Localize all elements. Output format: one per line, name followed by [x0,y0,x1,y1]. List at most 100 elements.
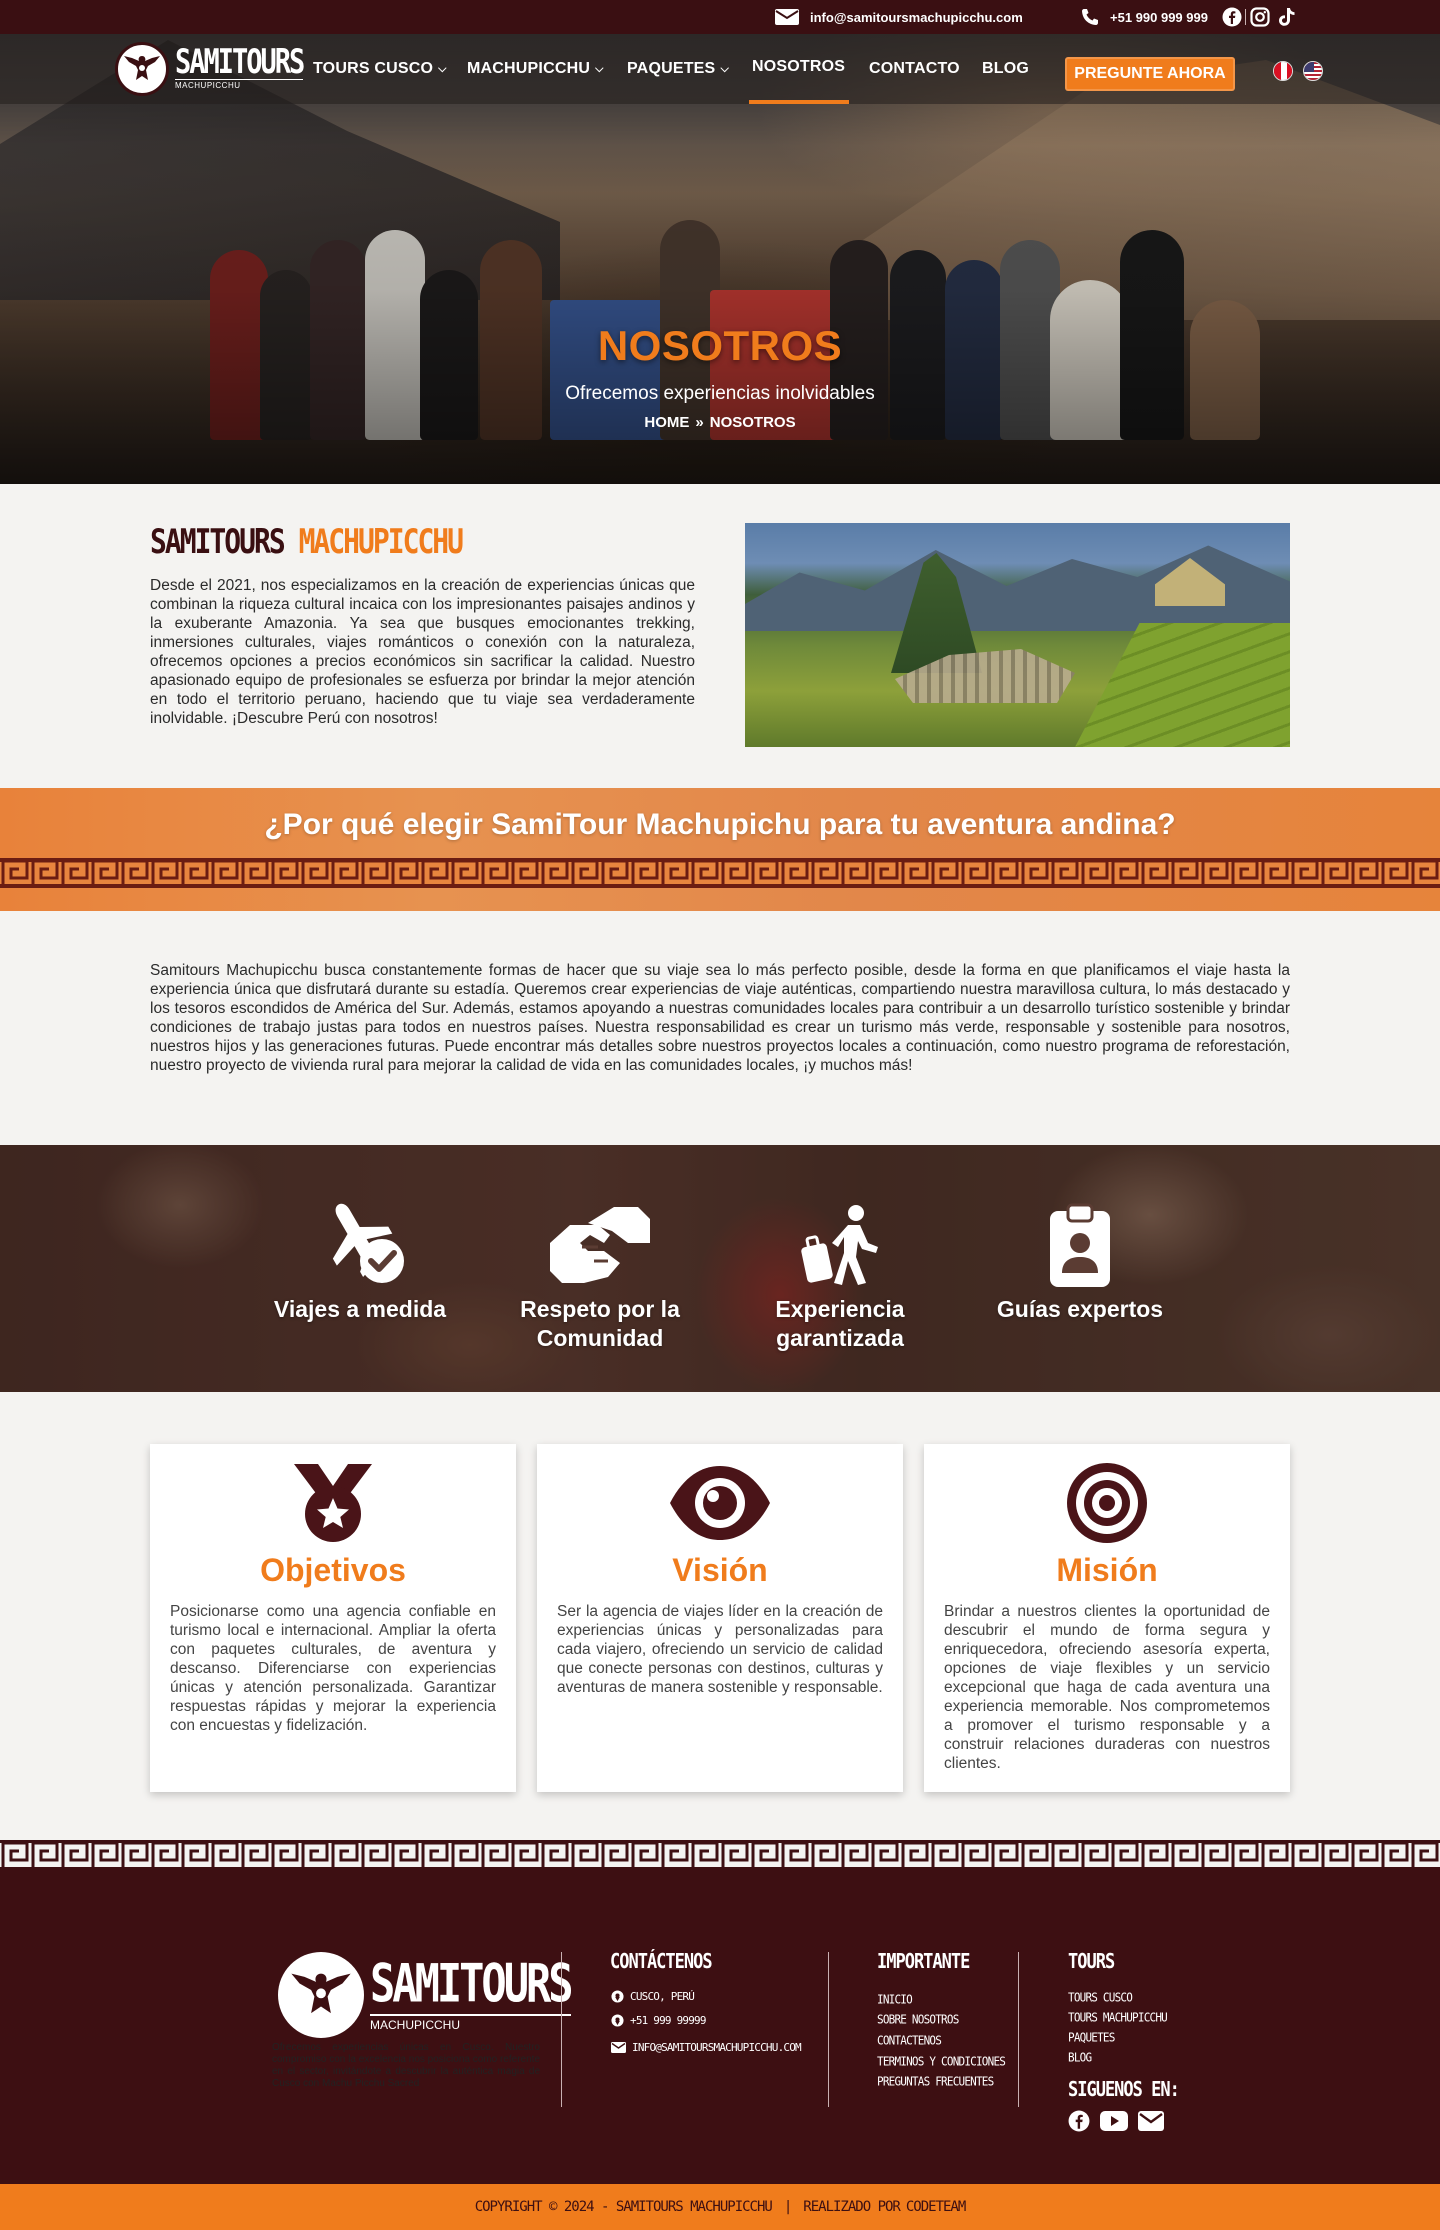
about-heading: SAMITOURS MACHUPICCHU [150,522,464,562]
condor-emblem-icon [115,42,169,96]
copyright-bar: COPYRIGHT © 2024 - SAMITOURS MACHUPICCHU… [0,2184,1440,2230]
why-choose-description: Samitours Machupicchu busca constantemen… [150,962,1290,1074]
features-strip: Viajes a medida Respeto por la Comunidad… [0,1145,1440,1392]
nav-label: CONTACTO [869,60,960,77]
instagram-icon[interactable] [1250,7,1270,27]
footer-contact-text: CUSCO, PERÚ [630,1990,695,2003]
breadcrumb: HOME » NOSOTROS [0,414,1440,431]
handshake-icon [550,1207,650,1283]
footer-tours-title: TOURS [1068,1950,1115,1974]
footer-follow-title: SIGUENOS EN: [1068,2078,1180,2102]
target-icon [1067,1463,1147,1543]
card-mision: Misión Brindar a nuestros clientes la op… [924,1444,1290,1792]
feature-label: Viajes a medida [273,1296,447,1322]
site-footer: SAMITOURS MACHUPICCHU [0,1870,1440,2184]
footer-description: Ofrecemos experiencias únicas en Cusco. … [272,2042,540,2089]
card-text: Ser la agencia de viajes líder en la cre… [557,1603,883,1696]
facebook-icon[interactable] [1068,2110,1090,2132]
why-choose-banner: ¿Por qué elegir SamiTour Machupichu para… [0,788,1440,911]
footer-link-sobre-nosotros[interactable]: SOBRE NOSOTROS [877,2012,959,2027]
page-title: NOSOTROS [597,322,843,369]
top-bar: info@samitoursmachupicchu.com +51 990 99… [0,0,1440,34]
footer-divider [828,1952,829,2107]
feature-guias-expertos: Guías expertos [980,1197,1180,1324]
condor-emblem-icon [278,1952,364,2038]
card-title: Misión [1056,1552,1158,1588]
nav-label: TOURS CUSCO [313,60,434,77]
nav-blog[interactable]: BLOG [982,34,1029,104]
footer-divider [1018,1952,1019,2107]
nav-tours-cusco[interactable]: TOURS CUSCO ⌵ [313,34,447,104]
footer-social-icons [1068,2110,1164,2132]
nav-machupicchu[interactable]: MACHUPICCHU ⌵ [467,34,604,104]
logo-name: SAMITOURS [175,42,305,82]
footer-contact-text: +51 999 99999 [630,2014,707,2027]
footer-link-blog[interactable]: BLOG [1068,2050,1092,2065]
breadcrumb-separator: » [695,414,704,431]
tiktok-icon[interactable] [1278,7,1296,27]
email-icon [775,9,799,25]
footer-link-contactenos[interactable]: CONTACTENOS [877,2033,942,2048]
main-nav: SAMITOURS MACHUPICCHU TOURS CUSCO ⌵ MACHU… [0,34,1440,104]
site-logo[interactable]: SAMITOURS MACHUPICCHU [115,42,305,96]
chevron-down-icon: ⌵ [438,62,447,75]
youtube-icon[interactable] [1100,2111,1128,2131]
card-text: Brindar a nuestros clientes la oportunid… [944,1603,1270,1772]
why-choose-title: ¿Por qué elegir SamiTour Machupichu para… [264,808,1176,841]
chevron-down-icon: ⌵ [720,62,729,75]
nav-label: PAQUETES [627,60,716,77]
footer-link-tours-cusco[interactable]: TOURS CUSCO [1068,1990,1133,2005]
feature-respeto-comunidad: Respeto por la Comunidad [500,1197,700,1353]
footer-contact-location: CUSCO, PERÚ [611,1990,695,2003]
location-pin-icon [611,2014,624,2027]
topbar-phone[interactable]: +51 990 999 999 [1080,0,1208,34]
made-by-link[interactable]: CODETEAM [906,2199,966,2215]
language-es-peru-flag[interactable] [1273,61,1293,81]
footer-link-paquetes[interactable]: PAQUETES [1068,2030,1115,2045]
breadcrumb-home[interactable]: HOME [644,414,689,431]
nav-contacto[interactable]: CONTACTO [869,34,960,104]
about-heading-brand: SAMITOURS [150,522,286,562]
hiker-luggage-icon [801,1205,878,1285]
feature-label: Guías expertos [996,1296,1164,1322]
facebook-icon[interactable] [1222,7,1242,27]
nav-paquetes[interactable]: PAQUETES ⌵ [627,34,729,104]
feature-label: Experiencia garantizada [775,1296,905,1351]
machupicchu-photo [745,523,1290,747]
about-heading-place: MACHUPICCHU [298,522,464,562]
feature-label: Respeto por la Comunidad [520,1296,680,1351]
nav-nosotros[interactable]: NOSOTROS [752,34,845,100]
email-icon [611,2042,626,2053]
topbar-email[interactable]: info@samitoursmachupicchu.com [774,0,1023,34]
topbar-email-text: info@samitoursmachupicchu.com [810,9,1023,25]
medal-icon [294,1464,372,1542]
card-vision: Visión Ser la agencia de viajes líder en… [537,1444,903,1792]
footer-link-inicio[interactable]: INICIO [877,1992,913,2007]
language-en-us-flag[interactable] [1303,61,1323,81]
footer-contact-email[interactable]: INFO@SAMITOURSMACHUPICCHU.COM [611,2041,802,2054]
footer-contact-text: INFO@SAMITOURSMACHUPICCHU.COM [632,2041,802,2054]
location-pin-icon [611,1990,624,2003]
copyright-text: COPYRIGHT © 2024 - SAMITOURS MACHUPICCHU [474,2199,773,2215]
about-description: Desde el 2021, nos especializamos en la … [150,577,695,727]
footer-link-terminos[interactable]: TERMINOS Y CONDICIONES [877,2054,1006,2069]
copyright-separator: | [783,2199,793,2215]
footer-contact-title: CONTÁCTENOS [610,1950,713,1974]
footer-link-tours-machupicchu[interactable]: TOURS MACHUPICCHU [1068,2010,1168,2025]
inca-pattern-border [0,858,1440,888]
footer-logo[interactable]: SAMITOURS MACHUPICCHU [278,1952,574,2038]
made-by-text: REALIZADO POR [803,2199,901,2215]
breadcrumb-current: NOSOTROS [709,414,796,431]
footer-logo-name: SAMITOURS [370,1952,574,2014]
footer-link-preguntas[interactable]: PREGUNTAS FRECUENTES [877,2074,994,2089]
chevron-down-icon: ⌵ [595,62,604,75]
footer-contact-phone[interactable]: +51 999 99999 [611,2014,707,2027]
feature-viajes-a-medida: Viajes a medida [260,1197,460,1324]
nav-label: NOSOTROS [752,58,846,75]
card-text: Posicionarse como una agencia confiable … [170,1603,496,1734]
phone-icon [1082,9,1098,25]
id-badge-icon [1050,1203,1110,1287]
ask-now-button[interactable]: PREGUNTE AHORA [1065,57,1235,91]
email-icon[interactable] [1138,2111,1164,2131]
topbar-social [1222,0,1296,34]
